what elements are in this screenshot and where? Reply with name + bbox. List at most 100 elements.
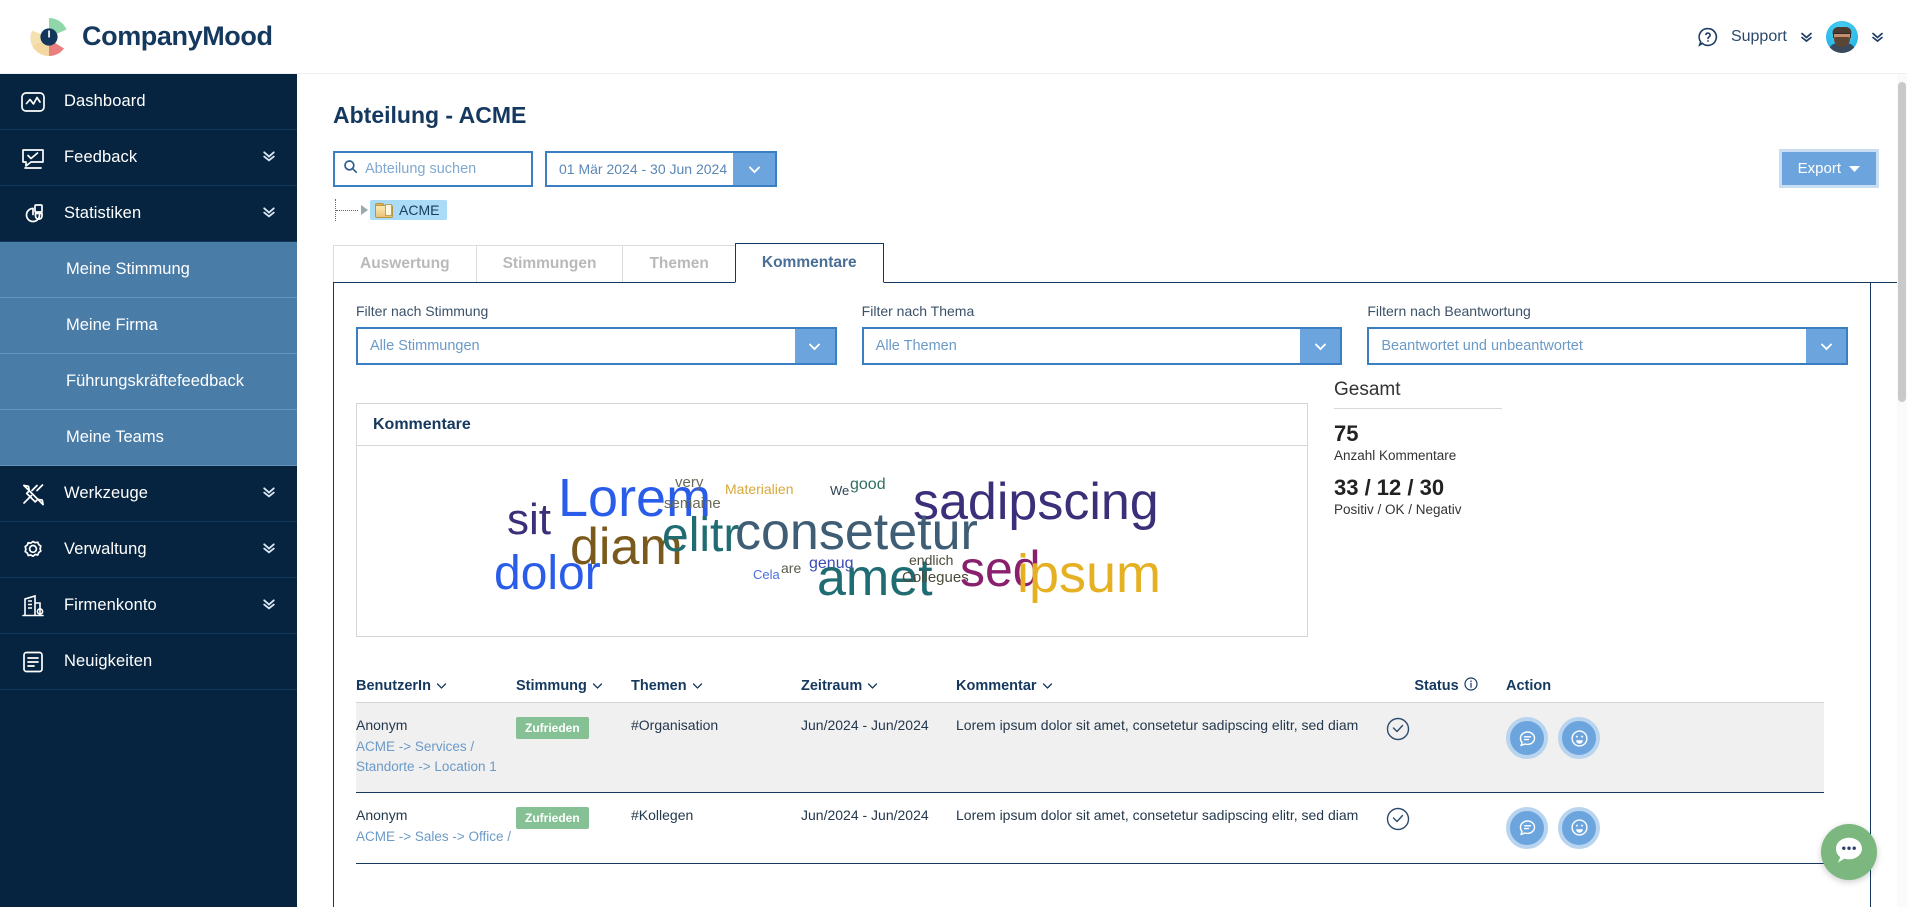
sidebar-item-verwaltung[interactable]: Verwaltung bbox=[0, 522, 297, 578]
filter-beantwortung-select[interactable]: Beantwortet und unbeantwortet bbox=[1367, 327, 1849, 365]
info-icon[interactable] bbox=[1464, 676, 1478, 695]
column-header-benutzerin[interactable]: BenutzerIn bbox=[356, 678, 516, 694]
sort-chevron-down-icon[interactable] bbox=[436, 678, 447, 694]
chevron-double-down-icon[interactable] bbox=[261, 203, 277, 224]
chevron-down-icon[interactable] bbox=[794, 329, 835, 363]
table-row[interactable]: Anonym ACME -> Services / Standorte -> L… bbox=[356, 703, 1824, 793]
comment-bubble-icon[interactable] bbox=[1506, 717, 1548, 759]
sidebar-item-label: Dashboard bbox=[64, 92, 146, 110]
word-cloud-word: sit bbox=[507, 495, 551, 544]
tab-label: Themen bbox=[649, 255, 709, 272]
tab-label: Kommentare bbox=[761, 254, 857, 271]
word-cloud-card: Kommentare sit Lorem very semaine Materialie… bbox=[356, 403, 1308, 637]
column-header-zeitraum[interactable]: Zeitraum bbox=[801, 678, 956, 694]
chat-dots-icon bbox=[1832, 833, 1866, 872]
chevron-double-down-icon[interactable] bbox=[261, 483, 277, 504]
top-header-bar: CompanyMood Support bbox=[0, 0, 1907, 74]
sidebar-item-meine-firma[interactable]: Meine Firma bbox=[0, 298, 297, 354]
smiley-icon[interactable] bbox=[1558, 806, 1600, 849]
sort-chevron-down-icon[interactable] bbox=[1042, 678, 1053, 694]
chat-widget-button[interactable] bbox=[1821, 824, 1877, 880]
user-path[interactable]: ACME -> Services / Standorte -> Location… bbox=[356, 737, 516, 778]
question-circle-icon[interactable] bbox=[1697, 26, 1719, 48]
tab-auswertung[interactable]: Auswertung bbox=[333, 245, 477, 283]
check-circle-icon[interactable] bbox=[1386, 807, 1410, 834]
word-cloud-title: Kommentare bbox=[357, 404, 1307, 446]
sidebar-item-statistiken[interactable]: Statistiken bbox=[0, 186, 297, 242]
sidebar-item-fuehrungskraeftefeedback[interactable]: Führungskräftefeedback bbox=[0, 354, 297, 410]
sidebar-item-neuigkeiten[interactable]: Neuigkeiten bbox=[0, 634, 297, 690]
cell-benutzerin: Anonym ACME -> Sales -> Office / bbox=[356, 807, 516, 847]
comment-bubble-icon[interactable] bbox=[1506, 806, 1548, 849]
column-label: Status bbox=[1414, 677, 1459, 694]
search-input-wrapper[interactable] bbox=[333, 151, 533, 187]
gesamt-summary: Gesamt 75 Anzahl Kommentare 33 / 12 / 30… bbox=[1334, 379, 1634, 517]
chevron-double-down-icon[interactable] bbox=[261, 595, 277, 616]
avatar[interactable] bbox=[1826, 20, 1858, 53]
date-range-picker[interactable]: 01 Mär 2024 - 30 Jun 2024 bbox=[545, 151, 777, 187]
tree-node-acme[interactable]: ACME bbox=[370, 200, 448, 220]
chevron-down-icon[interactable] bbox=[1300, 329, 1341, 363]
building-icon bbox=[18, 591, 48, 621]
column-header-status: Status bbox=[1386, 676, 1506, 695]
user-path[interactable]: ACME -> Sales -> Office / bbox=[356, 827, 516, 847]
search-input[interactable] bbox=[365, 161, 523, 177]
table-row[interactable]: Anonym ACME -> Sales -> Office / Zufried… bbox=[356, 793, 1824, 864]
filter-beantwortung: Filtern nach Beantwortung Beantwortet un… bbox=[1367, 303, 1849, 365]
export-button[interactable]: Export bbox=[1778, 149, 1879, 188]
word-cloud-word: good bbox=[850, 476, 886, 493]
tab-kommentare[interactable]: Kommentare bbox=[734, 243, 884, 283]
sidebar-item-werkzeuge[interactable]: Werkzeuge bbox=[0, 466, 297, 522]
word-cloud-word: ipsum bbox=[1017, 544, 1162, 604]
support-link[interactable]: Support bbox=[1731, 28, 1787, 46]
sidebar-subitem-label: Meine Teams bbox=[66, 428, 164, 446]
cell-stimmung: Zufrieden bbox=[516, 717, 631, 739]
tab-stimmungen[interactable]: Stimmungen bbox=[475, 245, 624, 283]
news-document-icon bbox=[18, 647, 48, 677]
column-header-kommentar[interactable]: Kommentar bbox=[956, 678, 1386, 694]
companymood-donut-logo-icon bbox=[26, 14, 72, 60]
filter-thema-select[interactable]: Alle Themen bbox=[861, 327, 1343, 365]
sort-chevron-down-icon[interactable] bbox=[692, 678, 703, 694]
tab-themen[interactable]: Themen bbox=[622, 245, 736, 283]
chevron-down-icon[interactable] bbox=[733, 153, 775, 185]
word-cloud-canvas: sit Lorem very semaine Materialien We good sadi… bbox=[357, 446, 1307, 636]
scrollbar-thumb[interactable] bbox=[1898, 82, 1906, 402]
smiley-icon[interactable] bbox=[1558, 717, 1600, 759]
check-circle-icon[interactable] bbox=[1386, 717, 1410, 744]
main-content-area: Abteilung - ACME 01 Mär 2024 - 30 Jun 20… bbox=[297, 74, 1907, 907]
sort-chevron-down-icon[interactable] bbox=[867, 678, 878, 694]
cell-benutzerin: Anonym ACME -> Services / Standorte -> L… bbox=[356, 717, 516, 778]
column-header-themen[interactable]: Themen bbox=[631, 678, 801, 694]
filter-stimmung-select[interactable]: Alle Stimmungen bbox=[356, 327, 837, 365]
sidebar-item-firmenkonto[interactable]: Firmenkonto bbox=[0, 578, 297, 634]
chevron-double-down-icon[interactable] bbox=[261, 147, 277, 168]
word-cloud-word: very bbox=[675, 474, 704, 491]
word-cloud-word: Collegues bbox=[902, 569, 969, 586]
brand-logo[interactable]: CompanyMood bbox=[0, 14, 273, 60]
page-title: Abteilung - ACME bbox=[333, 102, 527, 128]
controls-toolbar: 01 Mär 2024 - 30 Jun 2024 Export bbox=[333, 149, 1907, 188]
column-label: Zeitraum bbox=[801, 677, 863, 694]
cell-stimmung: Zufrieden bbox=[516, 806, 631, 829]
page-scrollbar[interactable] bbox=[1897, 74, 1907, 907]
sidebar-item-meine-stimmung[interactable]: Meine Stimmung bbox=[0, 242, 297, 298]
chevron-double-down-icon[interactable] bbox=[1799, 29, 1814, 44]
sidebar-item-meine-teams[interactable]: Meine Teams bbox=[0, 410, 297, 466]
sidebar-item-dashboard[interactable]: Dashboard bbox=[0, 74, 297, 130]
chevron-down-icon[interactable] bbox=[1806, 329, 1847, 363]
sort-chevron-down-icon[interactable] bbox=[592, 678, 603, 694]
avatar-chevron-double-down-icon[interactable] bbox=[1870, 29, 1885, 44]
cell-action bbox=[1506, 806, 1636, 849]
column-header-stimmung[interactable]: Stimmung bbox=[516, 678, 631, 694]
filter-value: Alle Themen bbox=[863, 329, 1301, 363]
gesamt-count-label: Anzahl Kommentare bbox=[1334, 448, 1457, 463]
filter-thema: Filter nach Thema Alle Themen bbox=[861, 303, 1343, 365]
sidebar-item-feedback[interactable]: Feedback bbox=[0, 130, 297, 186]
sidebar-item-label: Firmenkonto bbox=[64, 596, 157, 614]
column-label: BenutzerIn bbox=[356, 677, 431, 694]
chevron-double-down-icon[interactable] bbox=[261, 539, 277, 560]
filters-row: Filter nach Stimmung Alle Stimmungen Fil… bbox=[356, 303, 1849, 365]
feedback-check-icon bbox=[18, 143, 48, 173]
table-header-row: BenutzerIn Stimmung Themen Zeitraum Komm… bbox=[356, 669, 1824, 703]
